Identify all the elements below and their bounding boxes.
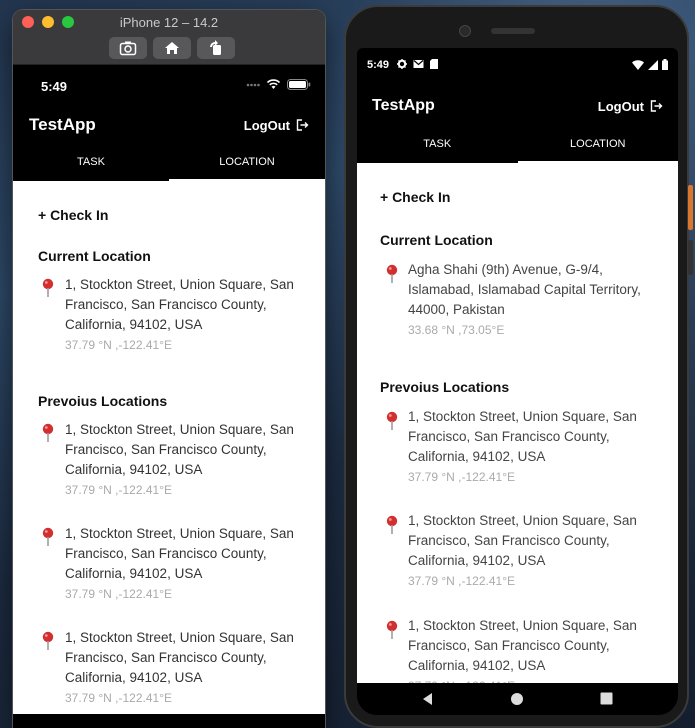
location-coordinates: 37.79 °N ,-122.41°E: [65, 338, 172, 352]
list-item: 1, Stockton Street, Union Square, San Fr…: [385, 409, 665, 491]
location-address: 1, Stockton Street, Union Square, San Fr…: [408, 618, 637, 673]
logout-label: LogOut: [243, 117, 290, 133]
mail-icon: [413, 60, 424, 68]
current-location-heading: Current Location: [380, 232, 493, 248]
home-icon: [165, 42, 179, 54]
battery-icon: [662, 59, 668, 70]
android-navigation-bar: [357, 683, 678, 715]
app-header: TestApp LogOut: [13, 113, 325, 137]
list-item: 1, Stockton Street, Union Square, San Fr…: [41, 630, 311, 711]
cellular-dots-icon: [246, 83, 260, 86]
ios-simulator-window: iPhone 12 – 14.2 5:49 TestApp LogOut TAS…: [13, 10, 325, 728]
tab-task[interactable]: TASK: [13, 153, 169, 181]
home-button[interactable]: [153, 37, 191, 59]
recents-icon[interactable]: [600, 692, 613, 705]
check-in-button[interactable]: + Check In: [38, 207, 108, 223]
home-indicator-area: [13, 714, 325, 728]
location-content: + Check In Current Location Agha Shahi (…: [357, 163, 678, 690]
tab-task[interactable]: TASK: [357, 138, 518, 163]
current-location-item: 1, Stockton Street, Union Square, San Fr…: [41, 277, 311, 358]
screenshot-button[interactable]: [109, 37, 147, 59]
map-pin-icon: [386, 264, 398, 283]
sd-card-icon: [430, 59, 438, 69]
map-pin-icon: [386, 515, 398, 534]
map-pin-icon: [42, 423, 54, 442]
app-header: TestApp LogOut: [357, 96, 678, 116]
battery-icon: [287, 79, 311, 90]
logout-icon: [650, 100, 663, 112]
tab-location[interactable]: LOCATION: [169, 153, 325, 181]
rotate-icon: [210, 40, 221, 55]
location-coordinates: 37.79 °N ,-122.41°E: [408, 574, 515, 588]
android-status-bar: 5:49: [357, 48, 678, 82]
location-content: + Check In Current Location 1, Stockton …: [13, 181, 325, 714]
logout-icon: [296, 119, 309, 131]
previous-locations-heading: Prevoius Locations: [38, 393, 168, 409]
power-button[interactable]: [688, 185, 693, 230]
location-address: 1, Stockton Street, Union Square, San Fr…: [65, 630, 294, 685]
front-camera: [459, 25, 471, 37]
list-item: 1, Stockton Street, Union Square, San Fr…: [385, 513, 665, 595]
previous-locations-heading: Prevoius Locations: [380, 379, 510, 395]
check-in-button[interactable]: + Check In: [380, 189, 450, 205]
logout-button[interactable]: LogOut: [598, 99, 663, 114]
map-pin-icon: [386, 411, 398, 430]
location-coordinates: 37.79 °N ,-122.41°E: [65, 691, 172, 705]
list-item: 1, Stockton Street, Union Square, San Fr…: [385, 618, 665, 690]
app-title: TestApp: [372, 97, 435, 114]
location-coordinates: 33.68 °N ,73.05°E: [408, 323, 505, 337]
screenshot-icon: [119, 41, 137, 56]
map-pin-icon: [42, 631, 54, 650]
location-address: 1, Stockton Street, Union Square, San Fr…: [65, 277, 294, 332]
ios-status-bar: 5:49: [13, 65, 325, 105]
tab-bar: TASK LOCATION: [357, 138, 678, 163]
tab-location[interactable]: LOCATION: [517, 138, 679, 163]
signal-icon: [648, 59, 658, 70]
location-address: 1, Stockton Street, Union Square, San Fr…: [408, 409, 637, 464]
location-address: 1, Stockton Street, Union Square, San Fr…: [408, 513, 637, 568]
volume-button[interactable]: [688, 240, 693, 275]
location-address: 1, Stockton Street, Union Square, San Fr…: [65, 422, 294, 477]
location-coordinates: 37.79 °N ,-122.41°E: [408, 470, 515, 484]
rotate-button[interactable]: [197, 37, 235, 59]
wifi-icon: [632, 59, 644, 70]
location-address: 1, Stockton Street, Union Square, San Fr…: [65, 526, 294, 581]
earpiece-speaker: [491, 28, 535, 34]
tab-bar: TASK LOCATION: [13, 153, 325, 181]
list-item: 1, Stockton Street, Union Square, San Fr…: [41, 526, 311, 607]
logout-button[interactable]: LogOut: [244, 118, 309, 133]
map-pin-icon: [386, 620, 398, 639]
settings-gear-icon: [397, 59, 407, 69]
back-icon[interactable]: [421, 692, 433, 706]
location-coordinates: 37.79 °N ,-122.41°E: [65, 587, 172, 601]
app-title: TestApp: [29, 115, 96, 134]
list-item: 1, Stockton Street, Union Square, San Fr…: [41, 422, 311, 503]
android-screen: 5:49 TestApp LogOut TASK LOCATION + Chec…: [357, 48, 678, 715]
current-location-heading: Current Location: [38, 248, 151, 264]
simulator-titlebar: iPhone 12 – 14.2: [13, 10, 325, 65]
wifi-icon: [266, 79, 281, 89]
status-time: 5:49: [367, 59, 390, 71]
ios-screen: 5:49 TestApp LogOut TASK LOCATION + Chec…: [13, 65, 325, 728]
location-address: Agha Shahi (9th) Avenue, G-9/4, Islamaba…: [408, 262, 641, 317]
simulator-title: iPhone 12 – 14.2: [119, 15, 219, 30]
home-circle-icon[interactable]: [510, 692, 524, 706]
status-time: 5:49: [41, 79, 68, 94]
map-pin-icon: [42, 527, 54, 546]
map-pin-icon: [42, 278, 54, 297]
current-location-item: Agha Shahi (9th) Avenue, G-9/4, Islamaba…: [385, 262, 665, 344]
logout-label: LogOut: [597, 98, 644, 114]
location-coordinates: 37.79 °N ,-122.41°E: [65, 483, 172, 497]
